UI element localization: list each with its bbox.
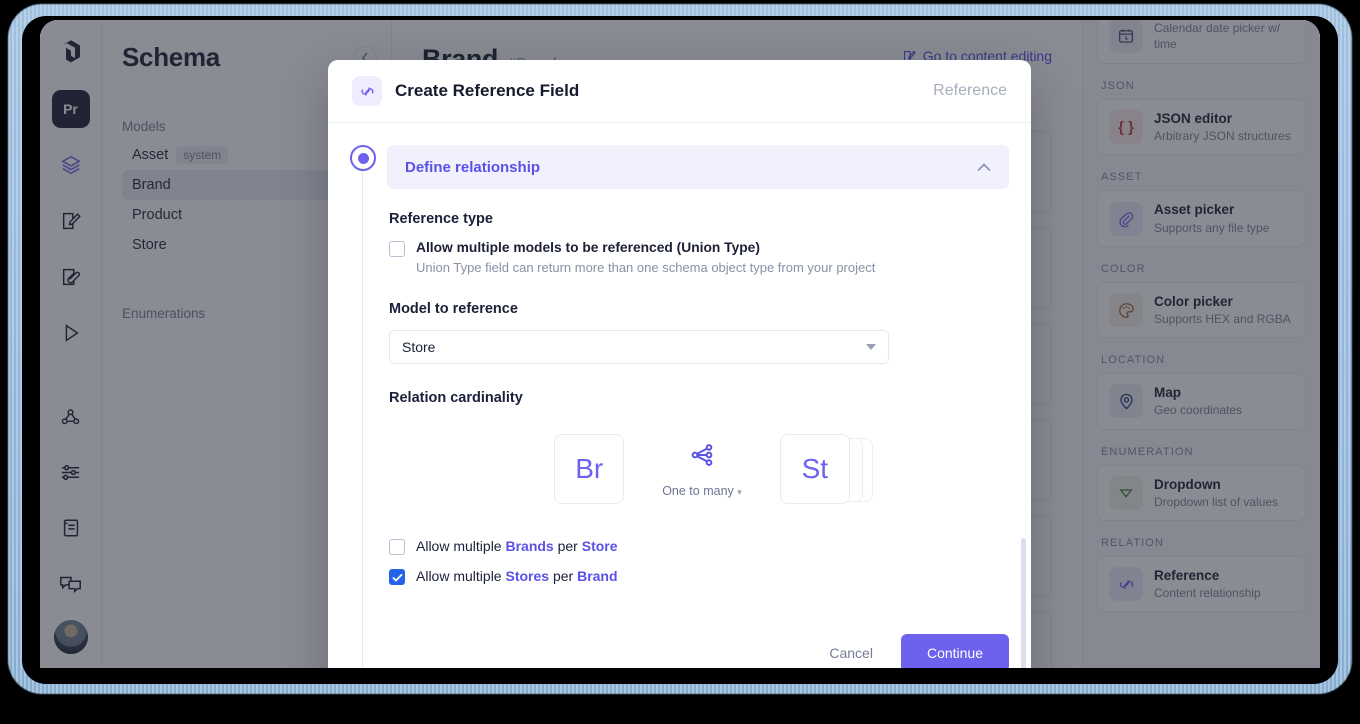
app-window: Pr: [40, 20, 1320, 668]
union-type-checkbox-label: Allow multiple models to be referenced (…: [416, 240, 760, 255]
cardinality-caption-row[interactable]: One to many ▾: [662, 484, 742, 498]
accordion-define-relationship[interactable]: Define relationship: [387, 145, 1009, 189]
screenshot-stage: Pr: [0, 0, 1360, 724]
cardinality-left-card[interactable]: Br: [554, 434, 625, 504]
step-connector-line: [362, 171, 363, 668]
dialog-actions: Cancel Continue: [815, 634, 1009, 668]
union-type-checkbox[interactable]: [389, 241, 405, 257]
allow-multiple-brands-label: Allow multiple Brands per Store: [416, 538, 618, 554]
cardinality-right-card[interactable]: St: [779, 434, 850, 504]
cardinality-caption: One to many: [662, 483, 734, 498]
caret-down-icon: [866, 342, 876, 353]
union-type-checkbox-row[interactable]: Allow multiple models to be referenced (…: [389, 240, 1005, 275]
cancel-button[interactable]: Cancel: [815, 637, 887, 668]
cardinality-selector[interactable]: One to many ▾: [662, 441, 742, 498]
allow-multiple-brands-row[interactable]: Allow multiple Brands per Store: [389, 538, 1005, 555]
entity-a: Brands: [505, 538, 554, 554]
cardinality-options: Allow multiple Brands per Store Allow mu…: [389, 538, 1005, 585]
dialog-field-kind: Reference: [933, 82, 1007, 99]
app-root: Pr: [40, 20, 1320, 668]
union-type-help-text: Union Type field can return more than on…: [416, 260, 876, 275]
allow-multiple-stores-label: Allow multiple Stores per Brand: [416, 568, 618, 584]
entity-b: Store: [581, 538, 618, 554]
entity-a: Stores: [505, 568, 550, 584]
continue-button[interactable]: Continue: [900, 634, 1009, 668]
model-to-reference-label: Model to reference: [389, 301, 518, 317]
vertical-scrollbar[interactable]: [1021, 538, 1026, 668]
model-to-reference-value: Store: [402, 339, 436, 355]
cardinality-visualizer: Br One to many ▾ St: [389, 434, 1005, 504]
allow-multiple-stores-checkbox[interactable]: [389, 569, 405, 585]
model-to-reference-select[interactable]: Store: [389, 330, 889, 364]
dialog-body: Define relationship Reference type Allow…: [328, 123, 1031, 668]
radio-selected-icon[interactable]: [350, 145, 376, 171]
relation-cardinality-label: Relation cardinality: [389, 390, 523, 406]
chevron-up-icon[interactable]: [977, 160, 991, 175]
caret-down-icon: ▾: [737, 486, 742, 497]
relationship-form: Reference type Allow multiple models to …: [350, 189, 1009, 585]
link-chain-icon: [352, 76, 382, 106]
create-reference-field-dialog: Create Reference Field Reference Define …: [328, 60, 1031, 668]
check-icon: [391, 573, 403, 582]
accordion-title: Define relationship: [405, 158, 541, 176]
dialog-header: Create Reference Field Reference: [328, 60, 1031, 123]
cardinality-right-stack: St: [779, 434, 873, 504]
dialog-title: Create Reference Field: [395, 81, 580, 100]
entity-b: Brand: [577, 568, 618, 584]
allow-multiple-stores-row[interactable]: Allow multiple Stores per Brand: [389, 568, 1005, 585]
allow-multiple-brands-checkbox[interactable]: [389, 539, 405, 555]
share-nodes-icon: [688, 441, 716, 474]
reference-type-label: Reference type: [389, 211, 493, 227]
